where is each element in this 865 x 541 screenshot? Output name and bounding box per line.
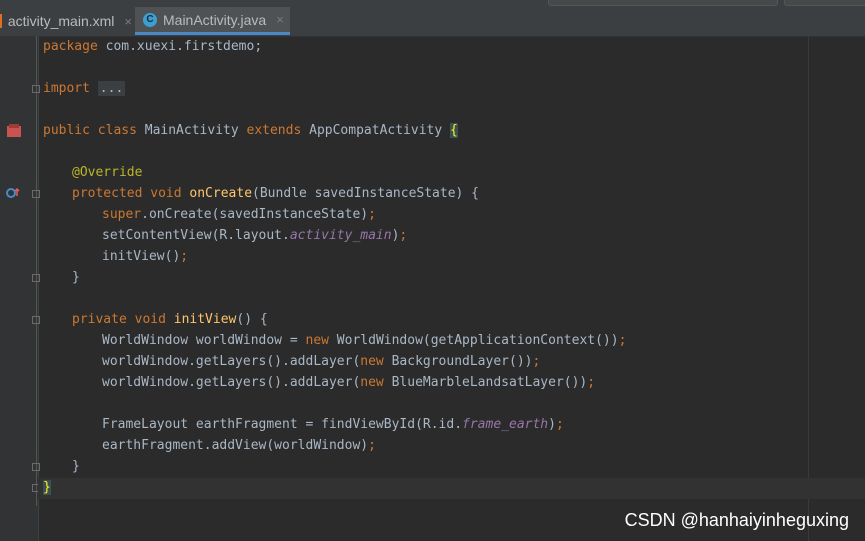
- code-line: super.onCreate(savedInstanceState);: [102, 207, 376, 222]
- code-line: FrameLayout earthFragment = findViewById…: [102, 417, 564, 432]
- watermark: CSDN @hanhaiyinheguxing: [624, 510, 849, 530]
- java-class-icon: C: [143, 12, 157, 27]
- tab-label: activity_main.xml: [7, 13, 115, 29]
- code-line: setContentView(R.layout.activity_main);: [102, 228, 408, 243]
- folded-imports[interactable]: ...: [97, 81, 126, 96]
- override-method-icon[interactable]: [6, 187, 22, 202]
- code-line: package com.xuexi.firstdemo;: [43, 39, 263, 54]
- fold-end-icon[interactable]: [32, 274, 40, 282]
- editor-tab-bar: activity_main.xml × C MainActivity.java …: [0, 0, 865, 37]
- fold-end-icon[interactable]: [32, 463, 40, 471]
- code-line: }: [72, 270, 80, 285]
- fold-method-icon[interactable]: [32, 316, 40, 324]
- code-line: worldWindow.getLayers().addLayer(new Bac…: [102, 354, 541, 369]
- close-icon[interactable]: ×: [276, 12, 284, 27]
- code-line: import ...: [43, 81, 126, 96]
- code-line: WorldWindow worldWindow = new WorldWindo…: [102, 333, 627, 348]
- code-line: }: [72, 459, 80, 474]
- tab-mainactivity-java[interactable]: C MainActivity.java ×: [135, 7, 290, 35]
- gutter-divider: [36, 36, 37, 506]
- tab-activity-main-xml[interactable]: activity_main.xml ×: [0, 7, 132, 35]
- android-activity-icon[interactable]: [6, 124, 22, 141]
- current-line-highlight: [38, 478, 865, 499]
- right-margin-guide: [808, 36, 809, 541]
- toolbar-control[interactable]: [548, 0, 778, 6]
- fold-method-icon[interactable]: [32, 190, 40, 198]
- fold-import-icon[interactable]: [32, 85, 40, 93]
- toolbar-control[interactable]: [784, 0, 865, 6]
- code-line: worldWindow.getLayers().addLayer(new Blu…: [102, 375, 596, 390]
- xml-file-icon: [0, 14, 2, 28]
- code-line: private void initView() {: [72, 312, 268, 327]
- code-line: protected void onCreate(Bundle savedInst…: [72, 186, 480, 201]
- tab-label: MainActivity.java: [163, 11, 267, 28]
- code-line: }: [43, 480, 51, 495]
- code-line: initView();: [102, 249, 189, 264]
- code-line: public class MainActivity extends AppCom…: [43, 123, 458, 138]
- code-line: earthFragment.addView(worldWindow);: [102, 438, 376, 453]
- close-icon[interactable]: ×: [124, 14, 132, 29]
- code-line: @Override: [72, 165, 143, 180]
